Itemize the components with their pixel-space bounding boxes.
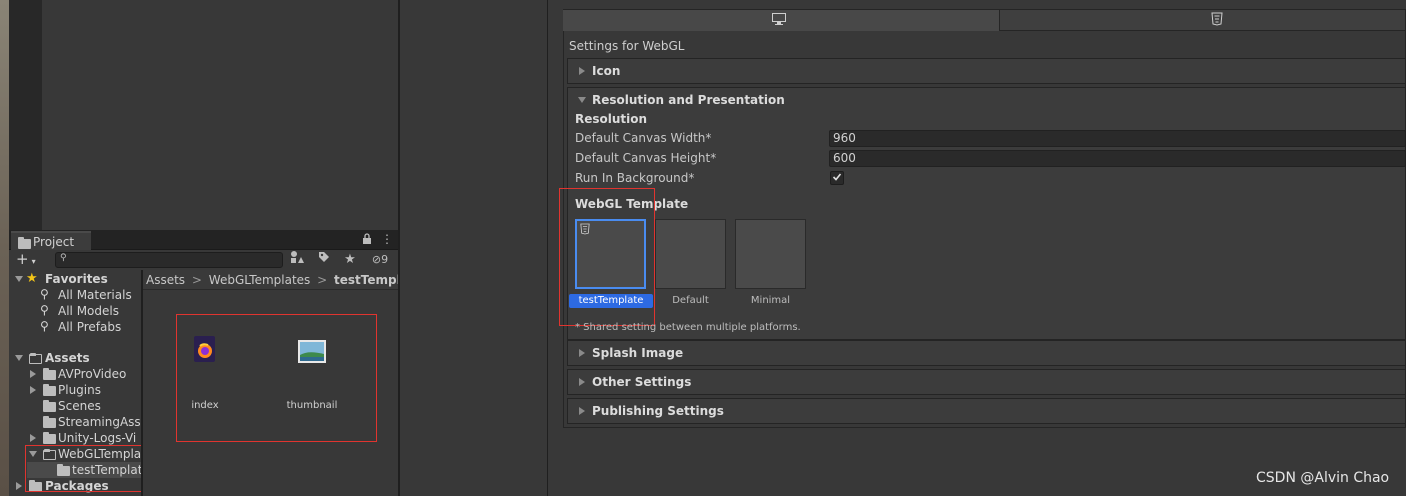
template-label[interactable]: Default	[655, 295, 726, 306]
expand-right-icon[interactable]	[30, 386, 36, 394]
expand-right-icon[interactable]	[579, 378, 585, 386]
html5-icon	[1211, 12, 1223, 29]
tree-label: All Prefabs	[58, 320, 122, 334]
filter-by-type-icon[interactable]	[287, 251, 307, 268]
expand-down-icon[interactable]	[578, 97, 586, 103]
canvas-width-field[interactable]: 960	[829, 130, 1406, 147]
folder-open-icon	[29, 353, 42, 364]
create-button[interactable]: + ▾	[16, 250, 46, 268]
folder-icon	[43, 368, 56, 380]
canvas-height-label: Default Canvas Height*	[575, 151, 717, 165]
scene-view-edge	[0, 0, 9, 496]
project-tab[interactable]: Project	[11, 231, 91, 251]
breadcrumb: Assets > WebGLTemplates > testTemplate	[143, 270, 398, 290]
folder-icon	[18, 237, 31, 249]
tree-label: Unity-Logs-Vi	[58, 431, 137, 445]
breadcrumb-webgltemplates[interactable]: WebGLTemplates	[209, 273, 311, 287]
tree-label: Scenes	[58, 399, 101, 413]
run-in-background-checkbox[interactable]	[830, 171, 844, 185]
folder-icon	[43, 416, 56, 428]
favorite-star-icon[interactable]: ★	[340, 251, 360, 268]
template-label[interactable]: Minimal	[735, 295, 806, 306]
tree-label: All Models	[58, 304, 119, 318]
eye-slash-icon: ⊘	[371, 253, 382, 266]
tree-label: Assets	[45, 351, 90, 365]
hidden-packages-toggle[interactable]: ⊘9	[366, 251, 394, 268]
hierarchy-panel	[42, 0, 398, 230]
expand-down-icon[interactable]	[15, 355, 23, 361]
csdn-watermark: CSDN @Alvin Chao	[1256, 470, 1390, 486]
tree-label: Favorites	[45, 272, 108, 286]
folder-icon	[43, 384, 56, 396]
hidden-count: 9	[381, 253, 389, 266]
shared-setting-note: * Shared setting between multiple platfo…	[575, 322, 801, 333]
lock-icon[interactable]	[362, 233, 374, 245]
expand-right-icon[interactable]	[579, 67, 585, 75]
desktop-icon	[772, 13, 786, 28]
search-icon: ⚲	[40, 287, 49, 301]
expand-down-icon[interactable]	[15, 276, 23, 282]
section-title[interactable]: Resolution and Presentation	[592, 93, 785, 107]
filter-by-label-icon[interactable]	[314, 251, 334, 268]
section-publishing-settings[interactable]: Publishing Settings	[567, 398, 1406, 424]
expand-right-icon[interactable]	[579, 407, 585, 415]
checkmark-icon	[832, 173, 842, 181]
search-icon: ⚲	[40, 303, 49, 317]
breadcrumb-testtemplate[interactable]: testTemplate	[334, 273, 398, 287]
tree-item-streamingassets[interactable]: StreamingAsse	[28, 414, 141, 430]
settings-for-label: Settings for WebGL	[569, 39, 685, 53]
tree-label: Plugins	[58, 383, 101, 397]
section-title: Publishing Settings	[592, 404, 724, 418]
chevron-right-icon: >	[191, 273, 202, 287]
more-options-icon[interactable]: ⋮	[381, 232, 393, 246]
expand-right-icon[interactable]	[16, 482, 22, 490]
tree-item-unity-logs-viewer[interactable]: Unity-Logs-Vi	[28, 430, 141, 446]
canvas-width-label: Default Canvas Width*	[575, 131, 712, 145]
tree-label: StreamingAsse	[58, 415, 141, 429]
search-icon: ⚲	[60, 253, 67, 263]
section-title: Other Settings	[592, 375, 692, 389]
expand-right-icon[interactable]	[30, 434, 36, 442]
run-in-background-label: Run In Background*	[575, 171, 695, 185]
expand-right-icon[interactable]	[579, 349, 585, 357]
folder-icon	[43, 400, 56, 412]
section-other-settings[interactable]: Other Settings	[567, 369, 1406, 395]
template-default[interactable]	[655, 219, 726, 289]
inspector-gutter	[400, 0, 548, 496]
tree-label: AVProVideo	[58, 367, 127, 381]
section-splash-image[interactable]: Splash Image	[567, 340, 1406, 366]
section-title: Splash Image	[592, 346, 684, 360]
chevron-right-icon: >	[317, 273, 328, 287]
breadcrumb-assets[interactable]: Assets	[146, 273, 185, 287]
star-icon: ★	[26, 271, 38, 286]
project-tab-label: Project	[33, 235, 75, 249]
resolution-heading: Resolution	[575, 112, 648, 126]
expand-right-icon[interactable]	[30, 370, 36, 378]
annotation-box-template	[559, 188, 655, 326]
hierarchy-gutter	[9, 0, 42, 230]
platform-tab-webgl[interactable]	[1211, 12, 1223, 29]
section-title: Icon	[592, 64, 621, 78]
search-icon: ⚲	[40, 319, 49, 333]
canvas-height-field[interactable]: 600	[829, 150, 1406, 167]
template-minimal[interactable]	[735, 219, 806, 289]
annotation-box-assets	[176, 314, 377, 442]
section-icon[interactable]: Icon	[567, 58, 1406, 84]
search-input[interactable]: ⚲	[55, 252, 283, 268]
tree-label: All Materials	[58, 288, 132, 302]
platform-tab-standalone[interactable]	[563, 10, 1000, 31]
folder-icon	[43, 432, 56, 444]
